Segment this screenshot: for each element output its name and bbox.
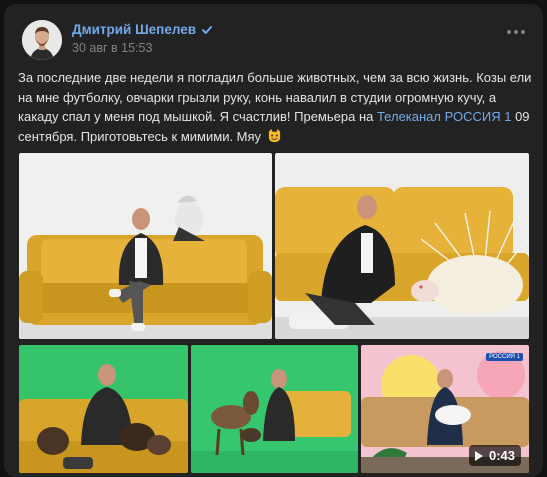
video-duration: 0:43 xyxy=(488,448,515,463)
photo-1[interactable] xyxy=(19,153,272,339)
play-icon xyxy=(474,450,483,461)
post-date[interactable]: 30 авг в 15:53 xyxy=(72,41,152,55)
video-duration-badge: 0:43 xyxy=(468,445,521,466)
author-avatar[interactable] xyxy=(22,20,62,60)
video-thumbnail[interactable]: РОССИЯ 1 0:43 xyxy=(361,345,529,473)
post-text: За последние две недели я погладил больш… xyxy=(18,68,532,146)
verified-icon xyxy=(202,25,213,34)
channel-link[interactable]: Телеканал РОССИЯ 1 xyxy=(377,109,511,124)
author-name-text[interactable]: Дмитрий Шепелев xyxy=(72,22,196,37)
channel-badge: РОССИЯ 1 xyxy=(486,353,523,361)
smiling-cat-emoji-icon xyxy=(268,128,280,142)
author-name[interactable]: Дмитрий Шепелев xyxy=(72,22,214,37)
post-card: Дмитрий Шепелев 30 авг в 15:53 За послед… xyxy=(4,4,543,477)
photo-2[interactable] xyxy=(275,153,529,339)
photo-3[interactable] xyxy=(19,345,188,473)
photo-4[interactable] xyxy=(191,345,358,473)
more-options-icon[interactable] xyxy=(507,30,525,36)
